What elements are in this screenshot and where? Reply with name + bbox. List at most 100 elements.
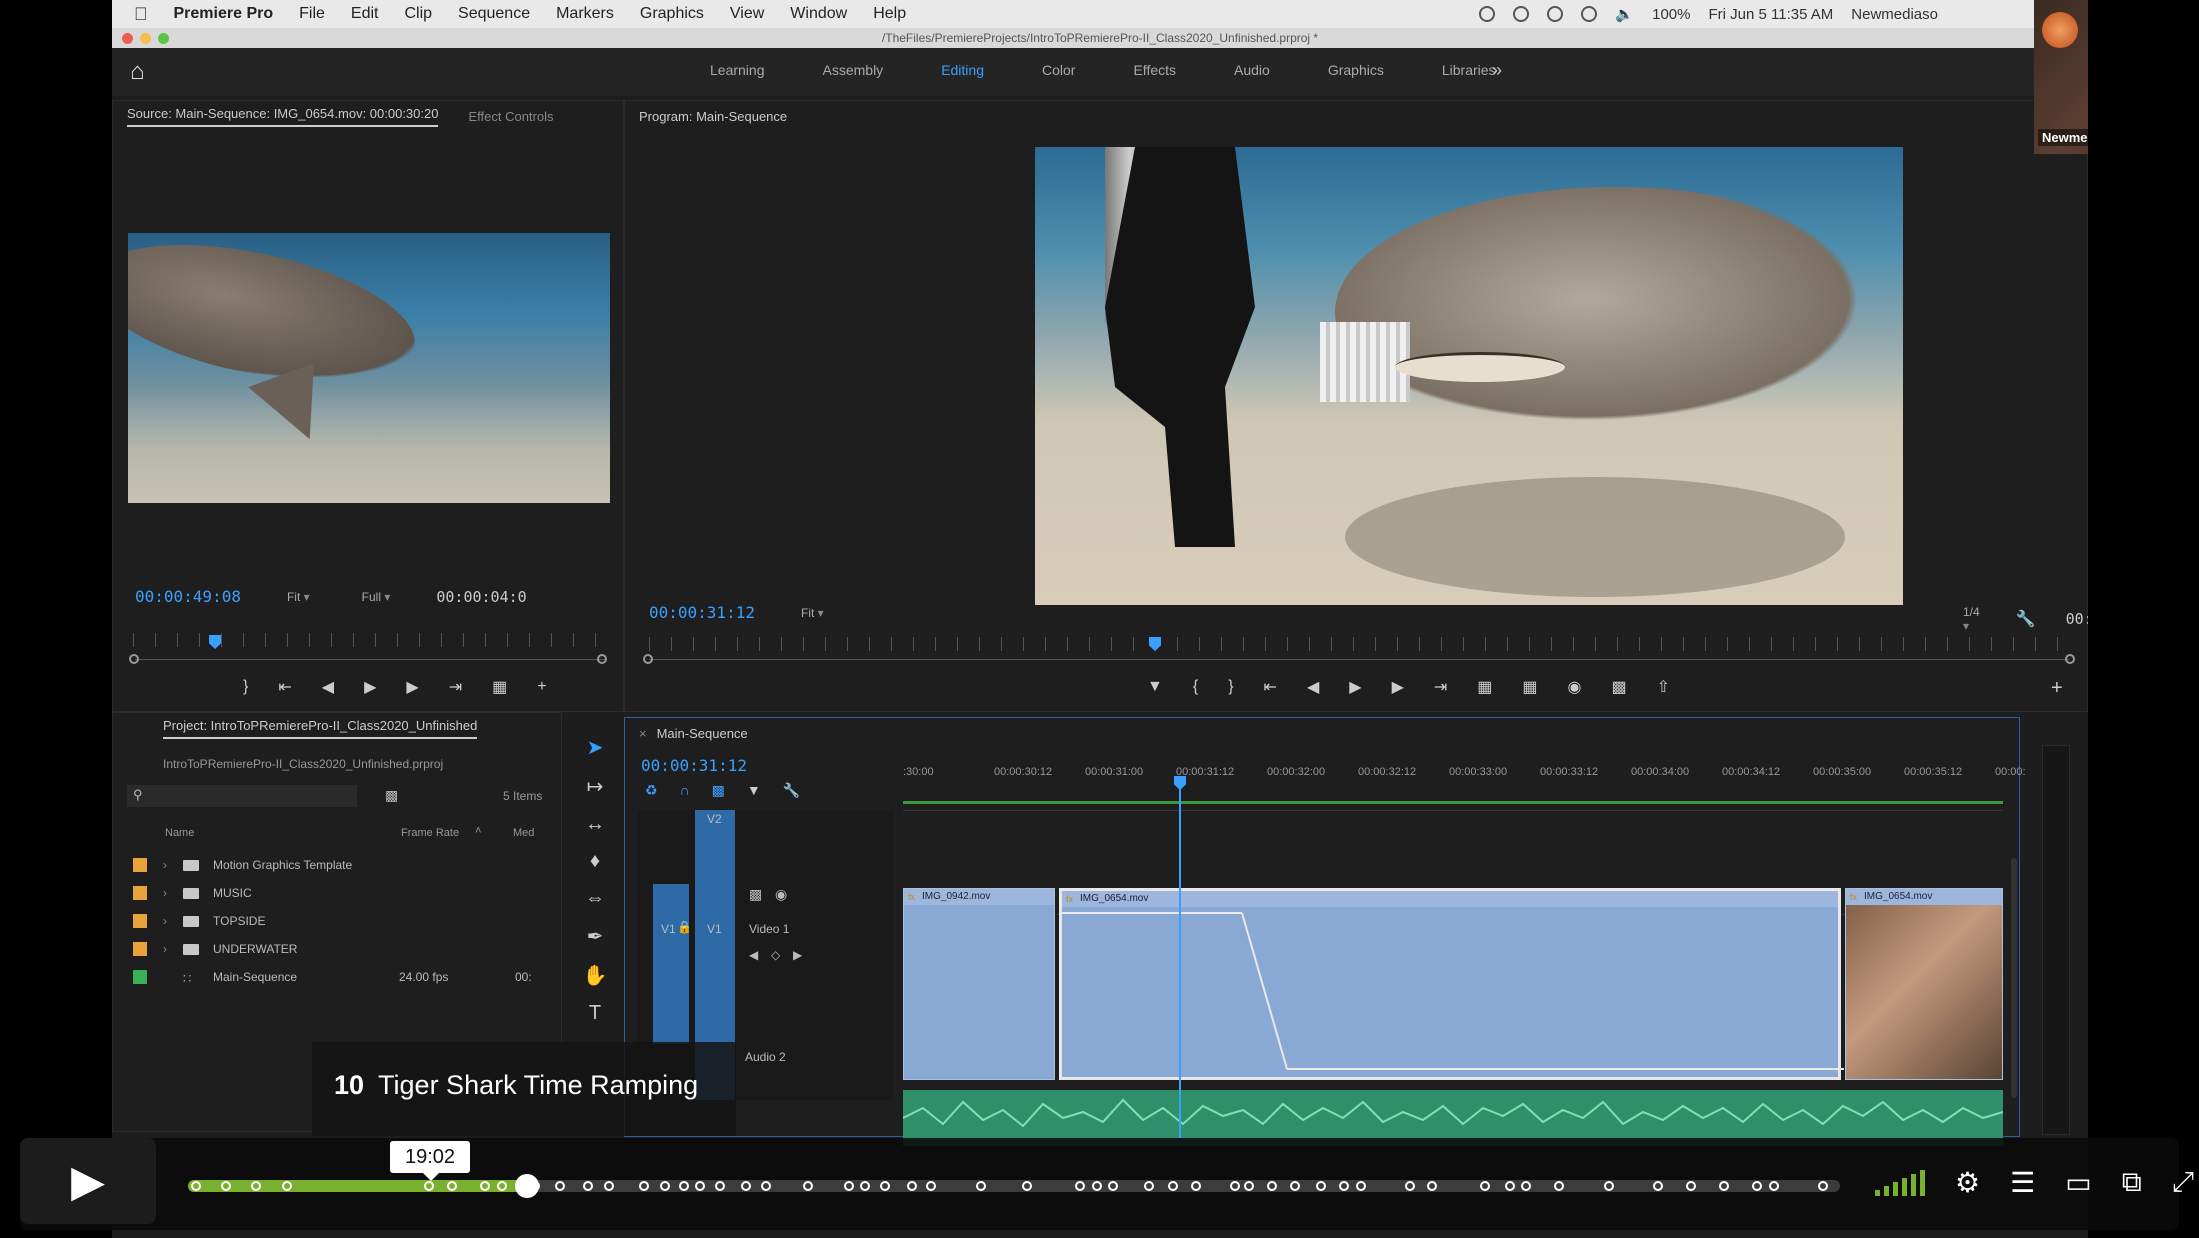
settings-gear-icon[interactable]: ⚙ (1955, 1166, 1980, 1199)
tab-project[interactable]: Project: IntroToPRemierePro-II_Class2020… (163, 718, 478, 739)
go-to-out-icon[interactable]: ⇥ (449, 677, 462, 697)
program-quality-dropdown[interactable]: 1/4 (1957, 603, 1986, 635)
home-icon[interactable]: ⌂ (130, 60, 154, 84)
pen-tool-icon[interactable]: ✒ (587, 924, 604, 949)
chapter-marker[interactable] (1289, 1181, 1300, 1191)
program-time-ruler[interactable] (649, 637, 2069, 651)
chapter-marker[interactable] (1603, 1181, 1614, 1191)
project-item-row[interactable]: › Motion Graphics Template (113, 851, 543, 879)
program-zoom-start-handle[interactable] (643, 654, 653, 664)
nest-icon[interactable]: ♻ (645, 782, 658, 799)
tab-color[interactable]: Color (1042, 62, 1075, 78)
next-keyframe-icon[interactable]: ▶ (793, 948, 802, 962)
menu-clip[interactable]: Clip (404, 5, 432, 23)
column-frame-rate[interactable]: Frame Rate (401, 827, 459, 839)
chapter-marker[interactable] (860, 1181, 871, 1191)
menu-graphics[interactable]: Graphics (640, 5, 704, 23)
track-v1-label[interactable]: V1 (707, 922, 722, 936)
mark-in-icon[interactable]: { (1193, 678, 1198, 696)
menu-help[interactable]: Help (873, 5, 906, 23)
timeline-clip-selected[interactable]: IMG_0654.mov (1059, 888, 1844, 1080)
tab-graphics[interactable]: Graphics (1328, 62, 1384, 78)
close-window-button[interactable] (122, 33, 133, 44)
go-to-out-icon[interactable]: ⇥ (1434, 677, 1447, 697)
zoom-window-button[interactable] (158, 33, 169, 44)
chapter-marker[interactable] (1752, 1181, 1763, 1191)
hand-tool-icon[interactable]: ✋ (583, 963, 608, 988)
menu-window[interactable]: Window (790, 5, 847, 23)
export-frame-icon[interactable]: ◉ (1568, 677, 1582, 697)
chapter-marker[interactable] (1230, 1181, 1241, 1191)
chapter-marker[interactable] (1504, 1181, 1515, 1191)
chapter-marker[interactable] (1355, 1181, 1366, 1191)
chapter-marker[interactable] (802, 1181, 813, 1191)
share-icon[interactable]: ⇧ (1657, 677, 1670, 697)
column-name[interactable]: Name (165, 827, 194, 839)
progress-bar[interactable] (188, 1174, 1840, 1198)
v1-target[interactable] (653, 884, 689, 1044)
expand-chevron-icon[interactable]: › (163, 942, 175, 956)
apple-icon[interactable]:  (134, 4, 148, 25)
label-color-swatch[interactable] (133, 942, 147, 956)
minimize-window-button[interactable] (140, 33, 151, 44)
add-button-icon[interactable]: + (2051, 677, 2063, 700)
chapter-marker[interactable] (975, 1181, 986, 1191)
chapter-marker[interactable] (1521, 1181, 1532, 1191)
expand-chevron-icon[interactable]: › (163, 886, 175, 900)
workspace-overflow-button[interactable]: » (1492, 60, 1502, 81)
eye-icon[interactable]: ◉ (775, 886, 787, 903)
chapter-marker[interactable] (250, 1181, 261, 1191)
program-timecode[interactable]: 00:00:31:12 (649, 603, 755, 622)
source-quality-dropdown[interactable]: Full (356, 588, 397, 606)
menu-app[interactable]: Premiere Pro (174, 5, 274, 23)
add-keyframe-icon[interactable]: ◇ (771, 948, 780, 962)
chapter-marker[interactable] (1075, 1181, 1086, 1191)
chapter-marker[interactable] (843, 1181, 854, 1191)
menu-edit[interactable]: Edit (351, 5, 379, 23)
chapter-marker[interactable] (1022, 1181, 1033, 1191)
project-item-row[interactable]: › UNDERWATER (113, 935, 543, 963)
track-v2-label[interactable]: V2 (707, 812, 722, 826)
tab-source[interactable]: Source: Main-Sequence: IMG_0654.mov: 00:… (127, 106, 439, 127)
project-search-input[interactable]: ⚲ (127, 785, 357, 807)
tab-learning[interactable]: Learning (710, 62, 765, 78)
chapter-marker[interactable] (906, 1181, 917, 1191)
tab-program[interactable]: Program: Main-Sequence (639, 109, 787, 124)
tab-effects[interactable]: Effects (1133, 62, 1176, 78)
add-marker-icon[interactable]: ▼ (1147, 678, 1163, 696)
status-icon[interactable] (1547, 6, 1564, 22)
track-select-icon[interactable]: ↦ (587, 774, 604, 799)
expand-chevron-icon[interactable]: › (163, 914, 175, 928)
chapter-marker[interactable] (582, 1181, 593, 1191)
chapter-marker[interactable] (220, 1181, 231, 1191)
type-tool-icon[interactable]: T (589, 1002, 601, 1025)
razor-icon[interactable]: ♦ (590, 850, 600, 873)
chapter-marker[interactable] (1719, 1181, 1730, 1191)
tab-main-sequence[interactable]: Main-Sequence (657, 726, 748, 741)
play-icon[interactable]: ▶ (364, 677, 376, 697)
fullscreen-icon[interactable]: ⤢ (2172, 1166, 2194, 1199)
project-item-row[interactable]: ∷ Main-Sequence 24.00 fps 00: (113, 963, 543, 991)
mark-out-icon[interactable]: } (243, 678, 248, 696)
lock-icon[interactable]: 🔒 (677, 920, 692, 934)
project-item-row[interactable]: › TOPSIDE (113, 907, 543, 935)
chapter-marker[interactable] (1818, 1181, 1829, 1191)
track-v1-target[interactable]: V1 (661, 922, 676, 936)
progress-handle[interactable] (514, 1174, 539, 1198)
chapter-marker[interactable] (1339, 1181, 1350, 1191)
source-timecode[interactable]: 00:00:49:08 (135, 587, 241, 606)
label-color-swatch[interactable] (133, 970, 147, 984)
go-to-in-icon[interactable]: ⇤ (278, 677, 291, 697)
timeline-playhead[interactable] (1179, 778, 1181, 1138)
program-zoom-end-handle[interactable] (2065, 654, 2075, 664)
timeline-timecode[interactable]: 00:00:31:12 (641, 756, 747, 775)
timeline-clip[interactable]: IMG_0654.mov (1845, 888, 2003, 1080)
insert-icon[interactable]: ▦ (492, 677, 507, 697)
selection-tool-icon[interactable]: ➤ (587, 735, 604, 760)
tab-effect-controls[interactable]: Effect Controls (468, 109, 553, 124)
chapter-marker[interactable] (695, 1181, 706, 1191)
chapter-marker[interactable] (1479, 1181, 1490, 1191)
play-button[interactable]: ▶ (20, 1138, 156, 1224)
chapter-marker[interactable] (1426, 1181, 1437, 1191)
project-item-row[interactable]: › MUSIC (113, 879, 543, 907)
